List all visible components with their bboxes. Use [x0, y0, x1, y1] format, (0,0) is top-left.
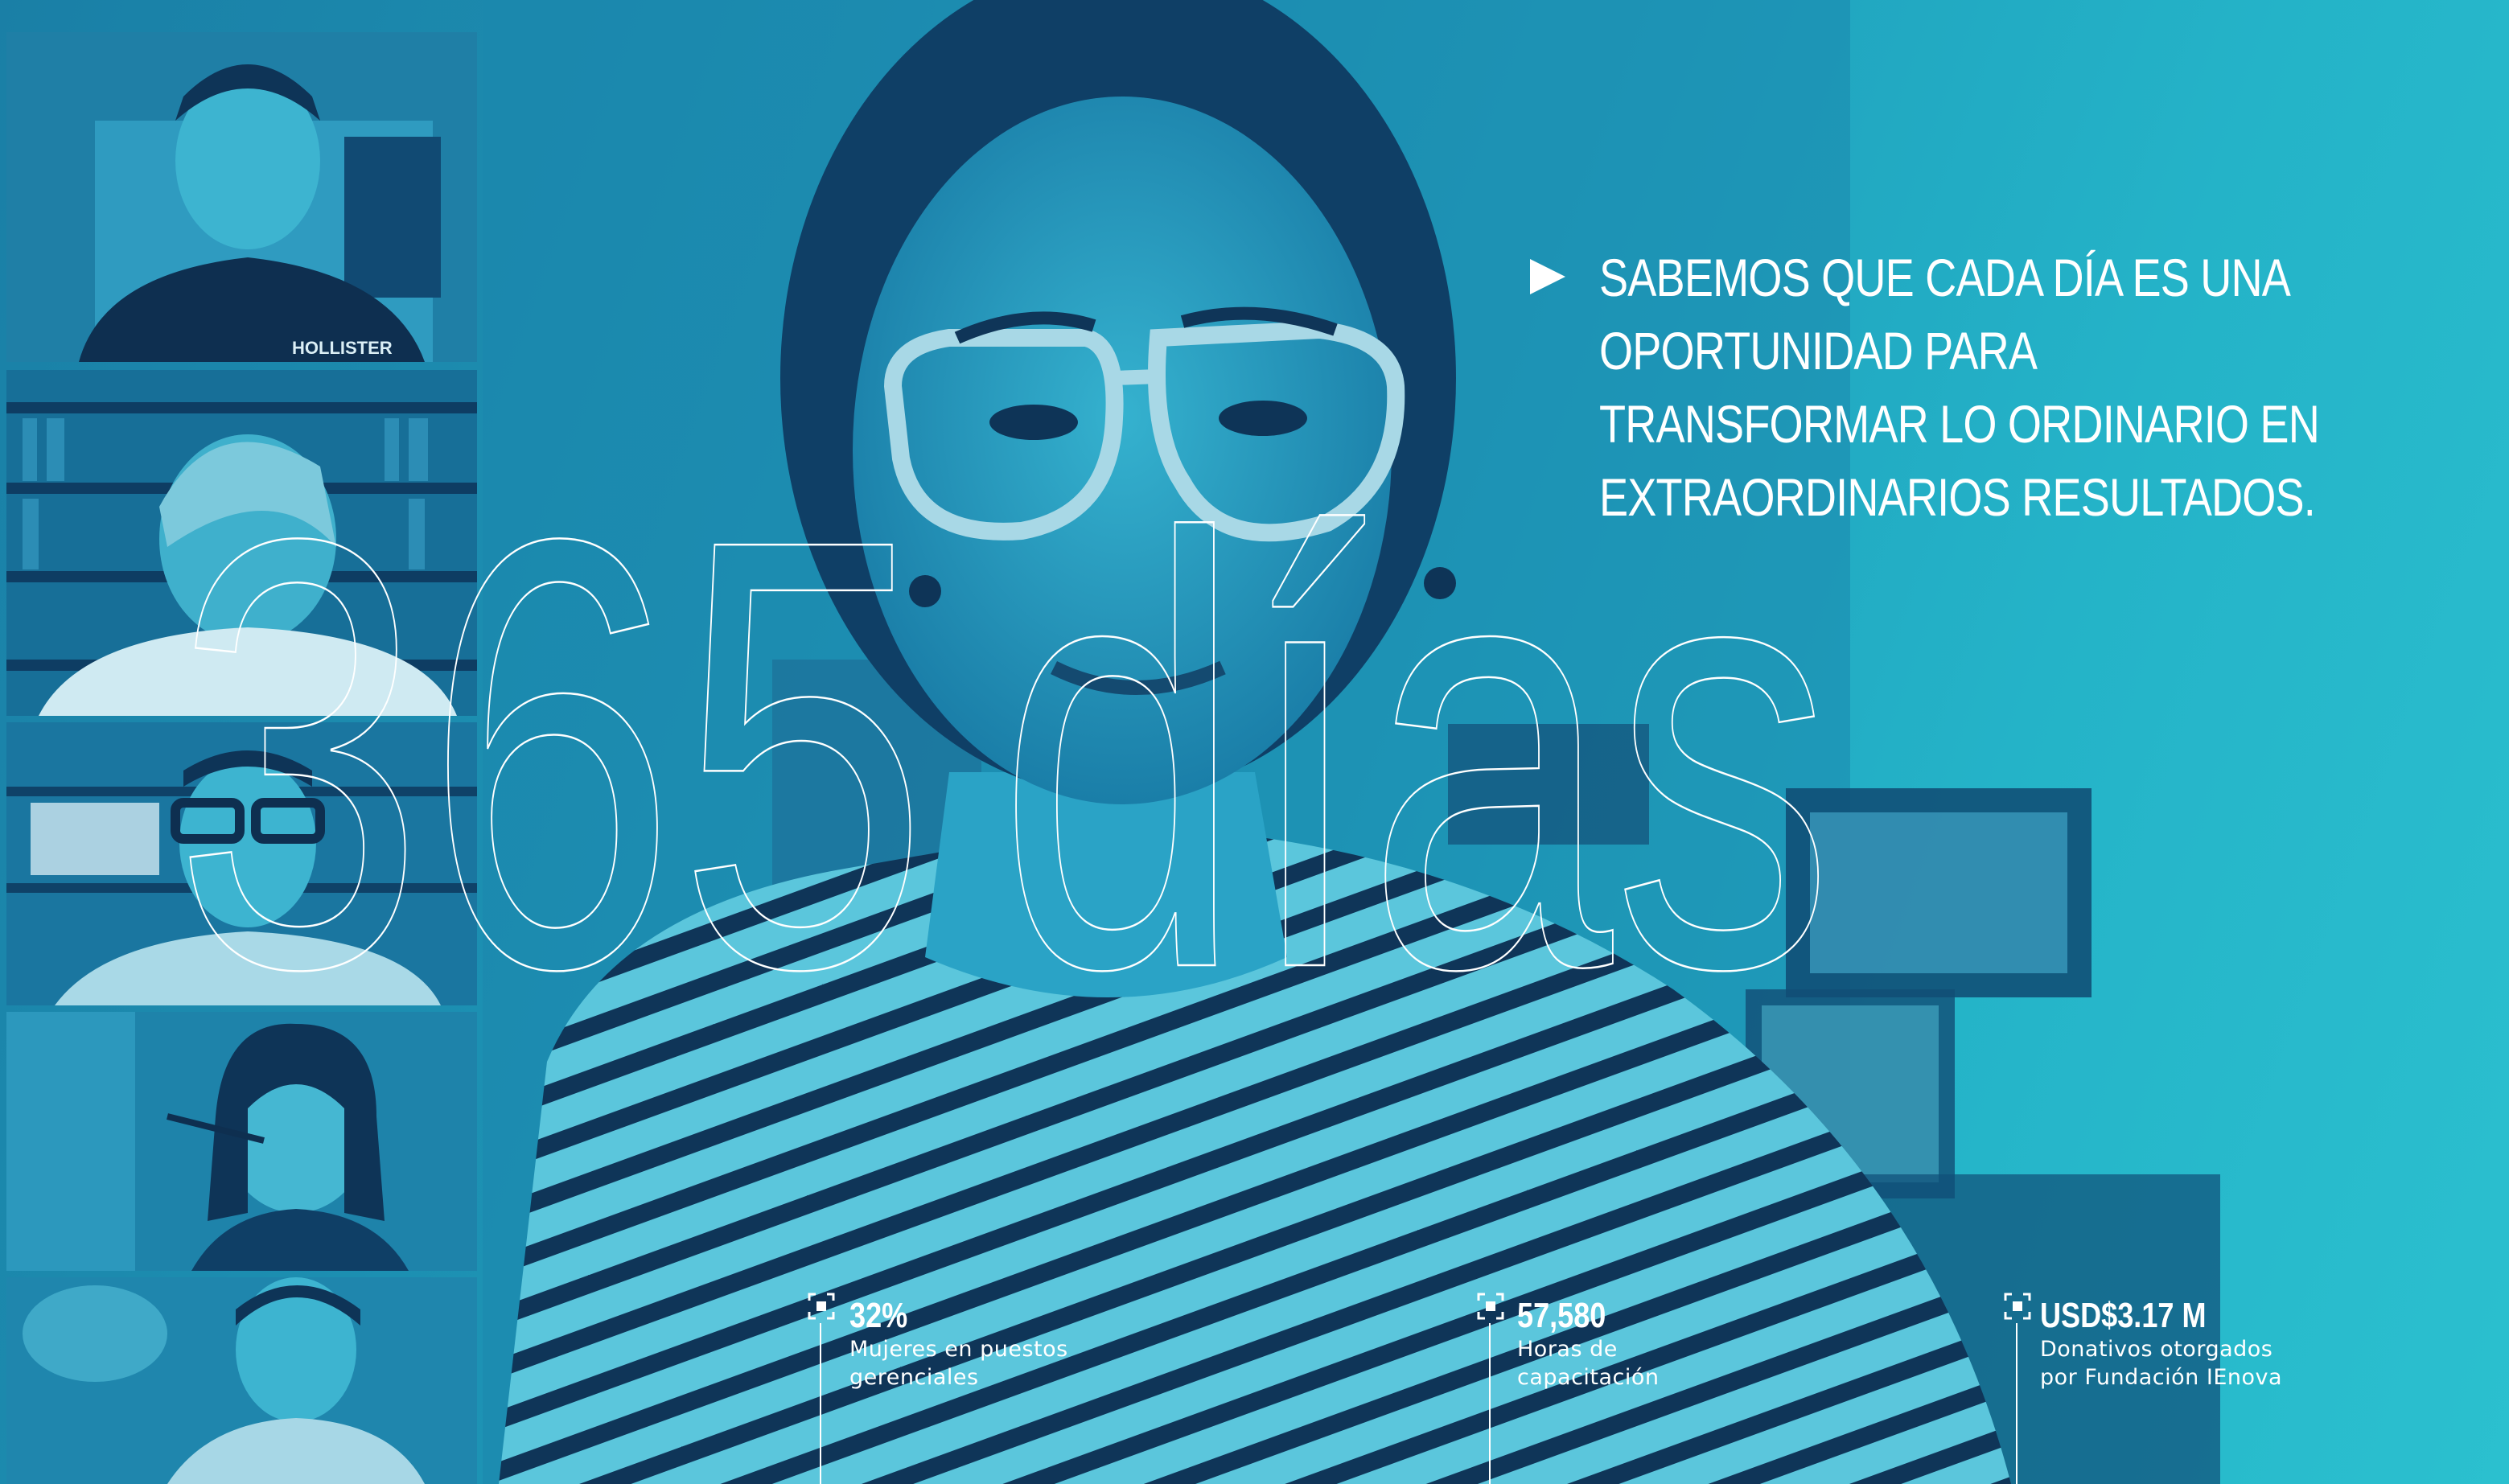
stat-marker-icon [1477, 1293, 1504, 1320]
big-outline-title: 365 días [172, 412, 1836, 1097]
stat-label-line-2: por Fundación IEnova [2040, 1365, 2283, 1390]
stat-connector-line [820, 1323, 821, 1484]
stat-connector-line [2016, 1323, 2017, 1484]
headline: SABEMOS QUE CADA DÍA ES UNA OPORTUNIDAD … [1599, 241, 2320, 534]
stat-marker-icon [808, 1293, 835, 1320]
play-triangle-icon [1530, 259, 1565, 294]
stat-label-line-2: gerenciales [849, 1365, 979, 1390]
stat-label-line-1: Donativos otorgados [2040, 1337, 2273, 1362]
headline-line-1: SABEMOS QUE CADA DÍA ES UNA [1599, 248, 2291, 307]
stat-marker-icon [2004, 1293, 2031, 1320]
stat-training-hours: 57,580 Horas de capacitación [1517, 1297, 1660, 1392]
headline-line-2: OPORTUNIDAD PARA [1599, 321, 2038, 380]
stat-women-managers: 32% Mujeres en puestos gerenciales [849, 1297, 1068, 1392]
headline-line-4: EXTRAORDINARIOS RESULTADOS. [1599, 467, 2316, 527]
stat-donations: USD$3.17 M Donativos otorgados por Funda… [2040, 1297, 2282, 1392]
stat-value: 32% [849, 1296, 908, 1335]
stat-label-line-1: Horas de [1517, 1337, 1618, 1362]
stat-value: 57,580 [1517, 1296, 1606, 1335]
big-number: 365 [173, 413, 929, 1096]
stat-connector-line [1489, 1323, 1491, 1484]
stat-value: USD$3.17 M [2040, 1296, 2207, 1335]
stat-label-line-1: Mujeres en puestos [849, 1337, 1068, 1362]
stat-label-line-2: capacitación [1517, 1365, 1660, 1390]
page: HOLLISTER 365 días SABEMOS QUE CADA DÍA … [0, 0, 2509, 1484]
headline-line-3: TRANSFORMAR LO ORDINARIO EN [1599, 394, 2320, 454]
